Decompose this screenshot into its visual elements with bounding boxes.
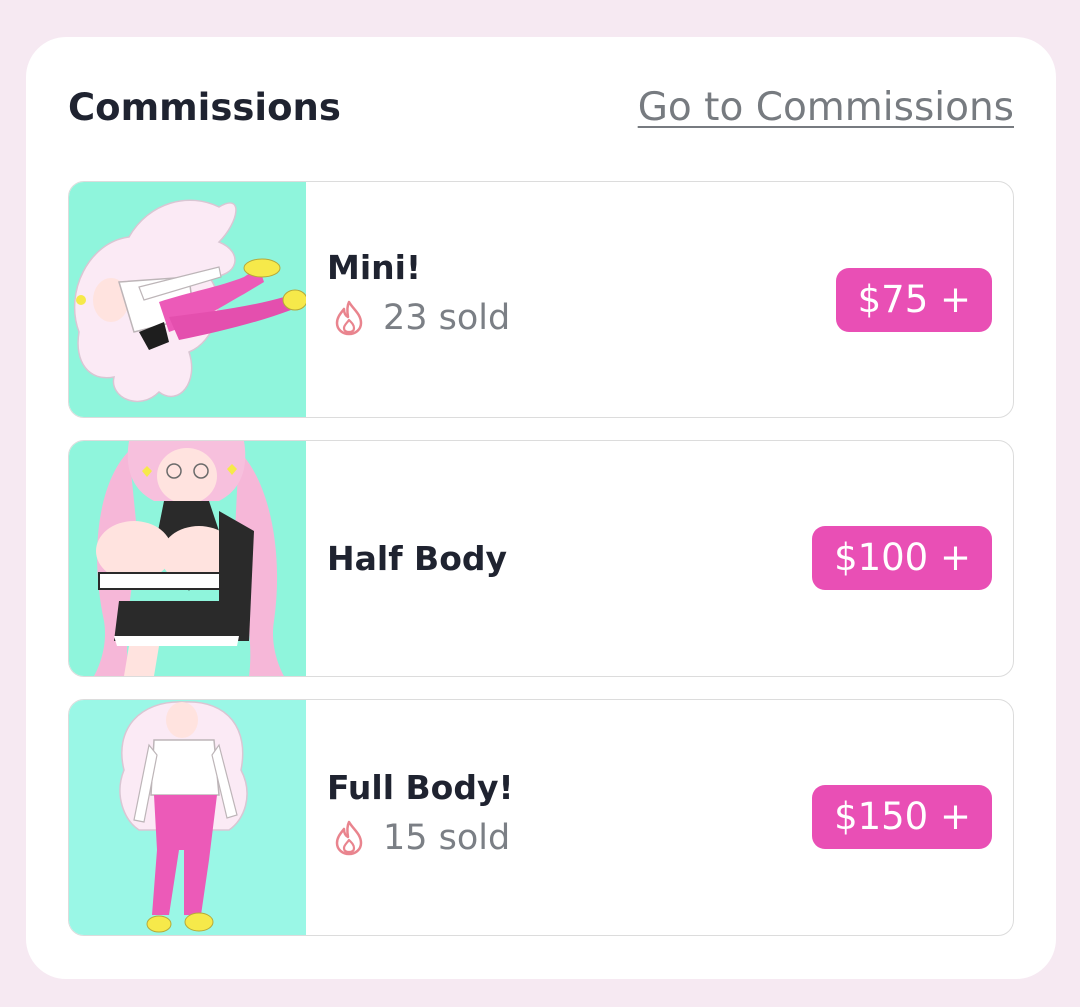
commissions-header: Commissions Go to Commissions (68, 85, 1014, 135)
full-body-artwork-image (69, 700, 306, 935)
commission-info-full-body: Full Body! 15 sold (327, 768, 514, 858)
commissions-card: Commissions Go to Commissions Mini! 23 s… (26, 37, 1056, 979)
section-title: Commissions (68, 86, 341, 129)
commission-thumbnail-half-body (69, 441, 306, 676)
commission-name: Full Body! (327, 768, 514, 807)
commission-name: Half Body (327, 539, 508, 578)
commission-thumbnail-mini (69, 182, 306, 417)
flame-icon (335, 300, 363, 336)
commission-item-mini[interactable]: Mini! 23 sold $75 + (68, 181, 1014, 418)
sold-count: 23 sold (327, 298, 510, 338)
price-button[interactable]: $150 + (812, 785, 992, 849)
sold-label: 23 sold (383, 298, 511, 338)
commission-thumbnail-full-body (69, 700, 306, 935)
go-to-commissions-link[interactable]: Go to Commissions (638, 85, 1014, 131)
commission-item-full-body[interactable]: Full Body! 15 sold $150 + (68, 699, 1014, 936)
commission-name: Mini! (327, 248, 422, 287)
sold-count: 15 sold (327, 818, 514, 858)
price-button[interactable]: $100 + (812, 526, 992, 590)
sold-label: 15 sold (383, 818, 511, 858)
mini-artwork-image (69, 182, 306, 417)
commission-item-half-body[interactable]: Half Body $100 + (68, 440, 1014, 677)
commission-info-half-body: Half Body (327, 539, 507, 579)
price-button[interactable]: $75 + (835, 268, 992, 332)
half-body-artwork-image (69, 441, 306, 676)
flame-icon (335, 820, 363, 856)
commission-info-mini: Mini! 23 sold (327, 248, 510, 338)
